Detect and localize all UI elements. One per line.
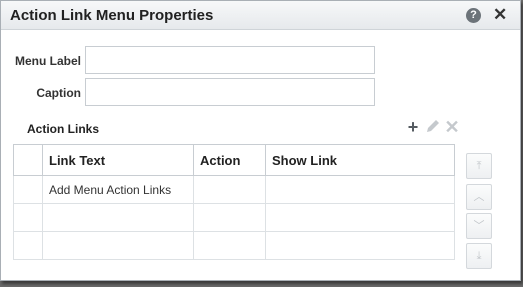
table-row[interactable] [13,203,455,232]
column-header-action[interactable]: Action [193,144,266,176]
menu-label-label: Menu Label [14,54,81,68]
move-bottom-button[interactable]: ⤓ [466,243,492,269]
row-selector[interactable] [13,231,43,260]
move-down-icon: ﹀ [473,220,485,232]
delete-icon[interactable]: ✕ [444,118,460,136]
column-header-link-text[interactable]: Link Text [42,144,194,176]
table-row[interactable] [13,231,455,260]
link-text-cell[interactable] [42,231,194,260]
move-bottom-icon: ⤓ [476,250,482,262]
move-down-button[interactable]: ﹀ [466,213,492,239]
menu-label-input[interactable] [85,46,375,74]
action-links-label: Action Links [27,122,100,136]
link-text-cell[interactable] [42,203,194,232]
pencil-icon[interactable] [425,118,441,136]
close-icon[interactable]: ✕ [493,6,507,24]
move-top-button[interactable]: ⤒ [466,153,492,179]
show-link-cell[interactable] [265,231,455,260]
move-up-icon: ︿ [473,191,485,203]
table-header-row: Link Text Action Show Link [13,144,455,176]
row-selector-header [13,144,43,176]
caption-label: Caption [36,86,81,100]
show-link-cell[interactable] [265,175,455,204]
move-top-icon: ⤒ [476,160,482,172]
show-link-cell[interactable] [265,203,455,232]
action-cell[interactable] [193,231,266,260]
help-icon[interactable]: ? [466,8,481,23]
dialog-titlebar: Action Link Menu Properties ? ✕ [1,1,520,30]
move-up-button[interactable]: ︿ [466,184,492,210]
dialog-title: Action Link Menu Properties [10,7,214,24]
plus-icon[interactable]: + [405,118,421,136]
table-row[interactable]: Add Menu Action Links [13,175,455,204]
row-selector[interactable] [13,203,43,232]
action-cell[interactable] [193,203,266,232]
action-link-menu-properties-dialog: Action Link Menu Properties ? ✕ Menu Lab… [0,0,521,281]
action-links-table: Link Text Action Show Link Add Menu Acti… [13,144,455,260]
column-header-show-link[interactable]: Show Link [265,144,455,176]
caption-input[interactable] [85,78,375,106]
action-cell[interactable] [193,175,266,204]
link-text-cell[interactable]: Add Menu Action Links [42,175,194,204]
row-selector[interactable] [13,175,43,204]
